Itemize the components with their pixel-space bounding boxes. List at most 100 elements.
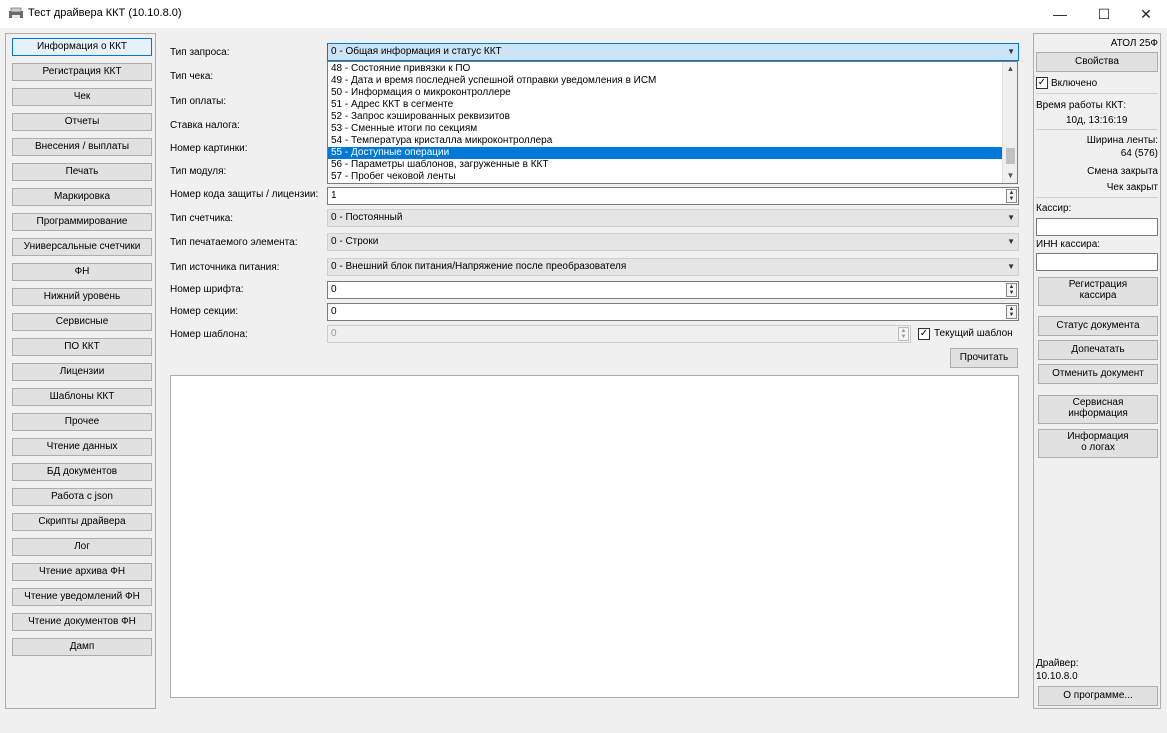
print-element-value: 0 - Строки	[331, 236, 379, 247]
tape-width-value: 64 (576)	[1120, 148, 1158, 159]
template-number-input[interactable]: 0 ▲ ▼	[327, 325, 911, 343]
title-bar: Тест драйвера ККТ (10.10.8.0) — ☐ ✕	[0, 0, 1167, 28]
register-cashier-label-1: Регистрация	[1068, 279, 1128, 290]
font-number-value: 0	[331, 284, 337, 295]
cancel-document-button[interactable]: Отменить документ	[1038, 364, 1158, 384]
tax-rate-label: Ставка налога:	[170, 120, 240, 131]
spin-arrows-icon[interactable]: ▲ ▼	[1006, 189, 1017, 203]
print-element-label: Тип печатаемого элемента:	[170, 237, 298, 248]
template-number-value: 0	[331, 328, 337, 339]
dropdown-option[interactable]: 57 - Пробег чековой ленты	[328, 171, 1003, 183]
dropdown-option[interactable]: 53 - Сменные итоги по секциям	[328, 123, 1003, 135]
dropdown-option[interactable]: 48 - Состояние привязки к ПО	[328, 63, 1003, 75]
nav-firmware[interactable]: ПО ККТ	[12, 338, 152, 356]
nav-check[interactable]: Чек	[12, 88, 152, 106]
dropdown-option[interactable]: 50 - Информация о микроконтроллере	[328, 87, 1003, 99]
log-info-button[interactable]: Информация о логах	[1038, 429, 1158, 458]
service-info-button[interactable]: Сервисная информация	[1038, 395, 1158, 424]
nav-licenses[interactable]: Лицензии	[12, 363, 152, 381]
print-element-combo[interactable]: 0 - Строки ▼	[327, 233, 1019, 251]
document-status-button[interactable]: Статус документа	[1038, 316, 1158, 336]
nav-other[interactable]: Прочее	[12, 413, 152, 431]
dropdown-option-selected[interactable]: 55 - Доступные операции	[328, 147, 1003, 159]
nav-fn[interactable]: ФН	[12, 263, 152, 281]
dropdown-scrollbar[interactable]: ▲ ▼	[1002, 62, 1017, 183]
reprint-button[interactable]: Допечатать	[1038, 340, 1158, 360]
status-bar	[0, 714, 1167, 733]
right-panel: АТОЛ 25Ф Свойства ✓ Включено Время работ…	[1033, 33, 1161, 709]
nav-read-fn-notifications[interactable]: Чтение уведомлений ФН	[12, 588, 152, 606]
dropdown-option[interactable]: 52 - Запрос кэшированных реквизитов	[328, 111, 1003, 123]
nav-read-data[interactable]: Чтение данных	[12, 438, 152, 456]
spin-arrows-icon[interactable]: ▲ ▼	[1006, 305, 1017, 319]
nav-registration-kkt[interactable]: Регистрация ККТ	[12, 63, 152, 81]
request-type-label: Тип запроса:	[170, 47, 230, 58]
nav-service[interactable]: Сервисные	[12, 313, 152, 331]
current-template-checkbox[interactable]: ✓	[918, 328, 930, 340]
maximize-button[interactable]: ☐	[1082, 0, 1126, 28]
nav-read-fn-documents[interactable]: Чтение документов ФН	[12, 613, 152, 631]
scrollbar-thumb[interactable]	[1006, 148, 1015, 164]
dropdown-option[interactable]: 54 - Температура кристалла микроконтролл…	[328, 135, 1003, 147]
divider	[1036, 197, 1158, 198]
nav-cash-in-out[interactable]: Внесения / выплаты	[12, 138, 152, 156]
cashier-inn-input[interactable]	[1036, 253, 1158, 271]
font-number-label: Номер шрифта:	[170, 284, 244, 295]
request-type-combo[interactable]: 0 - Общая информация и статус ККТ ▼	[327, 43, 1019, 61]
nav-templates[interactable]: Шаблоны ККТ	[12, 388, 152, 406]
dropdown-option[interactable]: 56 - Параметры шаблонов, загруженные в К…	[328, 159, 1003, 171]
protection-code-value: 1	[331, 190, 337, 201]
divider	[1036, 93, 1158, 94]
read-button[interactable]: Прочитать	[950, 348, 1018, 368]
nav-low-level[interactable]: Нижний уровень	[12, 288, 152, 306]
minimize-button[interactable]: —	[1038, 0, 1082, 28]
nav-json[interactable]: Работа с json	[12, 488, 152, 506]
spin-arrows-icon[interactable]: ▲ ▼	[1006, 283, 1017, 297]
font-number-input[interactable]: 0 ▲ ▼	[327, 281, 1019, 299]
printer-icon	[9, 7, 23, 18]
service-info-label-1: Сервисная	[1072, 397, 1124, 408]
nav-info-kkt[interactable]: Информация о ККТ	[12, 38, 152, 56]
power-source-combo[interactable]: 0 - Внешний блок питания/Напряжение посл…	[327, 258, 1019, 276]
service-info-label-2: информация	[1068, 408, 1128, 419]
section-number-input[interactable]: 0 ▲ ▼	[327, 303, 1019, 321]
cashier-input[interactable]	[1036, 218, 1158, 236]
nav-universal-counters[interactable]: Универсальные счетчики	[12, 238, 152, 256]
nav-print[interactable]: Печать	[12, 163, 152, 181]
template-number-label: Номер шаблона:	[170, 329, 248, 340]
device-model: АТОЛ 25Ф	[1110, 38, 1158, 49]
power-source-value: 0 - Внешний блок питания/Напряжение посл…	[331, 261, 627, 272]
request-type-dropdown-list[interactable]: 48 - Состояние привязки к ПО 49 - Дата и…	[327, 61, 1018, 184]
nav-programming[interactable]: Программирование	[12, 213, 152, 231]
spin-arrows-icon[interactable]: ▲ ▼	[898, 327, 909, 341]
dropdown-option[interactable]: 51 - Адрес ККТ в сегменте	[328, 99, 1003, 111]
close-button[interactable]: ✕	[1124, 0, 1167, 28]
tape-width-label: Ширина ленты:	[1086, 135, 1158, 146]
register-cashier-label-2: кассира	[1079, 290, 1117, 301]
output-textarea[interactable]	[170, 375, 1019, 698]
left-nav-panel: Информация о ККТ Регистрация ККТ Чек Отч…	[5, 33, 156, 709]
counter-type-combo[interactable]: 0 - Постоянный ▼	[327, 209, 1019, 227]
nav-dump[interactable]: Дамп	[12, 638, 152, 656]
payment-type-label: Тип оплаты:	[170, 96, 227, 107]
section-number-value: 0	[331, 306, 337, 317]
properties-button[interactable]: Свойства	[1036, 52, 1158, 72]
nav-reports[interactable]: Отчеты	[12, 113, 152, 131]
counter-type-value: 0 - Постоянный	[331, 212, 403, 223]
log-info-label-1: Информация	[1067, 431, 1129, 442]
dropdown-option[interactable]: 49 - Дата и время последней успешной отп…	[328, 75, 1003, 87]
enabled-checkbox[interactable]: ✓	[1036, 77, 1048, 89]
section-number-label: Номер секции:	[170, 306, 239, 317]
nav-read-fn-archive[interactable]: Чтение архива ФН	[12, 563, 152, 581]
nav-driver-scripts[interactable]: Скрипты драйвера	[12, 513, 152, 531]
scroll-up-icon[interactable]: ▲	[1003, 62, 1017, 75]
register-cashier-button[interactable]: Регистрация кассира	[1038, 277, 1158, 306]
nav-log[interactable]: Лог	[12, 538, 152, 556]
nav-documents-db[interactable]: БД документов	[12, 463, 152, 481]
window-title: Тест драйвера ККТ (10.10.8.0)	[28, 7, 182, 19]
nav-marking[interactable]: Маркировка	[12, 188, 152, 206]
about-button[interactable]: О программе...	[1038, 686, 1158, 706]
protection-code-input[interactable]: 1 ▲ ▼	[327, 187, 1019, 205]
module-type-label: Тип модуля:	[170, 166, 227, 177]
scroll-down-icon[interactable]: ▼	[1003, 169, 1017, 182]
